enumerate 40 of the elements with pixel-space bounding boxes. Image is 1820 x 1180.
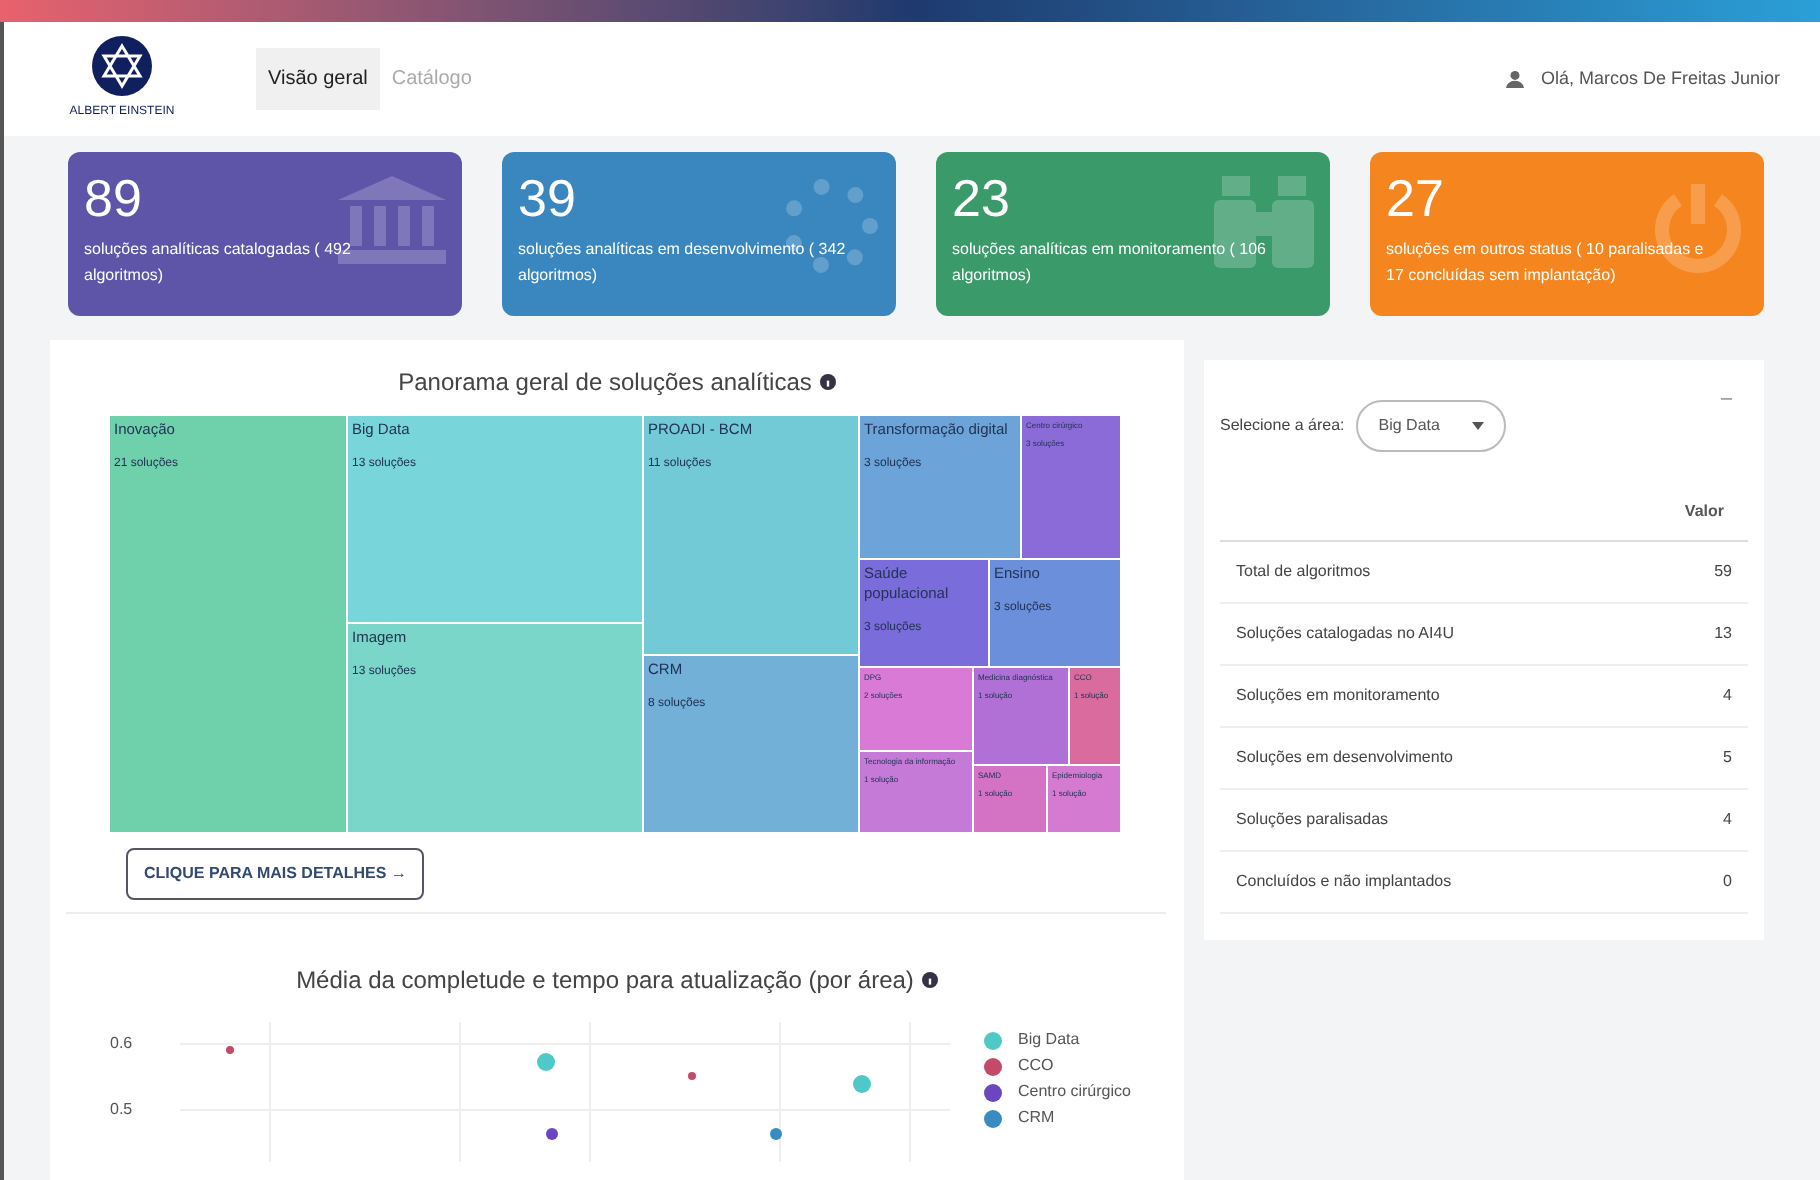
row-value: 0 xyxy=(1723,870,1732,894)
stat-description: soluções analíticas em desenvolvimento ( 342 algoritmos) xyxy=(518,238,848,288)
row-label: Concluídos e não implantados xyxy=(1236,870,1452,894)
y-tick: 0.5 xyxy=(110,1100,133,1120)
user-greeting: Olá, Marcos De Freitas Junior xyxy=(1540,65,1780,92)
nav-tab[interactable]: Visão geral xyxy=(256,48,380,110)
column-header: Valor xyxy=(1684,500,1724,524)
legend-label: CCO xyxy=(1018,1056,1054,1076)
row-label: Total de algoritmos xyxy=(1236,560,1371,584)
stat-number: 89 xyxy=(84,168,142,228)
y-tick: 0.6 xyxy=(110,1034,133,1054)
stat-number: 27 xyxy=(1386,168,1444,228)
row-label: Soluções em desenvolvimento xyxy=(1236,746,1454,770)
legend-label: Centro cirúrgico xyxy=(1018,1082,1131,1102)
details-button[interactable]: CLIQUE PARA MAIS DETALHES → xyxy=(126,848,425,900)
star-logo-icon xyxy=(92,36,152,96)
row-value: 5 xyxy=(1723,746,1732,770)
info-icon xyxy=(921,972,938,988)
row-label: Soluções em monitoramento xyxy=(1236,684,1440,708)
legend-label: Big Data xyxy=(1018,1030,1080,1050)
select-label: Selecione a área: xyxy=(1220,414,1345,438)
area-select[interactable]: Big Data xyxy=(1356,400,1506,452)
stat-number: 23 xyxy=(952,168,1010,228)
caret-icon xyxy=(1471,422,1484,430)
row-value: 13 xyxy=(1714,622,1732,646)
user-icon xyxy=(1506,70,1525,88)
treemap-title: Panorama geral de soluções analíticas xyxy=(398,366,812,400)
row-label: Soluções paralisadas xyxy=(1236,808,1389,832)
stat-number: 39 xyxy=(518,168,576,228)
stat-description: soluções analíticas em monitoramento ( 106 algoritmos) xyxy=(952,238,1268,288)
stat-description: soluções em outros status ( 10 paralisadas e 17 concluídas sem implantação) xyxy=(1386,238,1706,288)
collapse-button[interactable]: – xyxy=(1720,384,1748,414)
info-icon xyxy=(819,374,836,390)
row-value: 59 xyxy=(1714,560,1732,584)
stat-description: soluções analíticas catalogadas ( 492 algoritmos) xyxy=(84,238,353,288)
scatter-title: Média da completude e tempo para atualização (por área) xyxy=(296,964,914,998)
row-value: 4 xyxy=(1723,684,1732,708)
row-value: 4 xyxy=(1723,808,1732,832)
row-label: Soluções catalogadas no AI4U xyxy=(1236,622,1454,646)
legend-label: CRM xyxy=(1018,1108,1055,1128)
